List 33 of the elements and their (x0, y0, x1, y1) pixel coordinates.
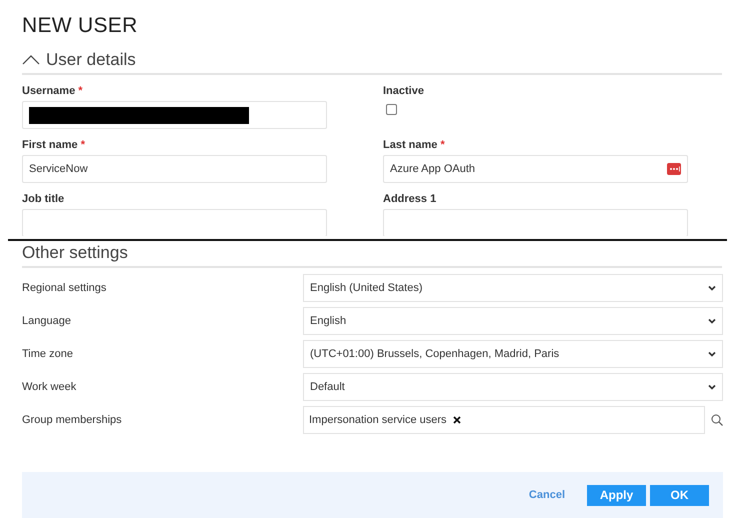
text-field[interactable] (22, 209, 327, 236)
dropdown[interactable]: English (303, 307, 723, 335)
page-title: NEW USER (22, 13, 139, 39)
text-field[interactable] (383, 209, 688, 236)
section-heading: Other settings (22, 243, 128, 263)
setting-label: Language (22, 315, 72, 327)
dropdown[interactable]: (UTC+01:00) Brussels, Copenhagen, Madrid, Paris (303, 340, 723, 368)
search-icon[interactable] (711, 414, 723, 426)
text-field[interactable]: Azure App OAuth (383, 155, 688, 183)
dropdown[interactable]: Default (303, 373, 723, 401)
field-label: First name * (22, 138, 85, 152)
tag-label: Impersonation service users (309, 414, 447, 426)
text-field[interactable]: ServiceNow (22, 155, 327, 183)
setting-label: Work week (22, 381, 78, 393)
chevron-down-icon (708, 351, 716, 357)
field-label: Username * (22, 84, 83, 98)
chevron-up-icon[interactable] (22, 54, 40, 66)
dropdown[interactable]: English (United States) (303, 274, 723, 302)
section-heading: User details (46, 50, 136, 70)
setting-label: Group memberships (22, 414, 123, 426)
chevron-down-icon (708, 318, 716, 324)
field-label: Address 1 (383, 192, 436, 206)
remove-icon[interactable] (452, 416, 461, 424)
chevron-down-icon (708, 384, 716, 390)
field-label: Job title (22, 192, 64, 206)
password-manager-icon[interactable] (667, 163, 681, 175)
setting-label: Time zone (22, 348, 74, 360)
tag-field[interactable]: Impersonation service users (303, 406, 705, 434)
field-label: Inactive (383, 84, 424, 98)
field-label: Last name * (383, 138, 445, 152)
setting-label: Regional settings (22, 282, 108, 294)
chevron-down-icon (708, 285, 716, 291)
text-field[interactable] (22, 101, 327, 129)
